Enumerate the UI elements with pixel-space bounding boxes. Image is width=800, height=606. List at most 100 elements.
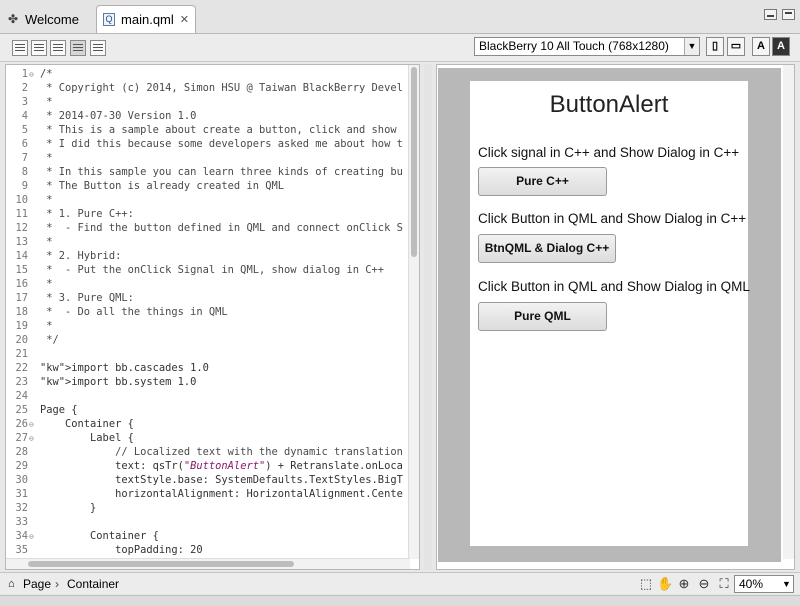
code-line[interactable]: 12 * - Find the button defined in QML an… xyxy=(6,221,410,235)
code-line[interactable]: 6 * I did this because some developers a… xyxy=(6,137,410,151)
code-line[interactable]: 31 horizontalAlignment: HorizontalAlignm… xyxy=(6,487,410,501)
btnqml-dialog-cpp-button[interactable]: BtnQML & Dialog C++ xyxy=(478,234,616,263)
zoom-level-select[interactable]: 40% ▼ xyxy=(734,575,794,593)
line-number: 15 xyxy=(15,264,28,276)
editor-vertical-scroll-thumb[interactable] xyxy=(411,67,417,257)
split-horizontal-button[interactable] xyxy=(50,40,66,56)
line-number: 26 xyxy=(15,418,28,430)
line-number: 29 xyxy=(15,460,28,472)
zoom-out-icon[interactable]: ⊖ xyxy=(696,576,712,592)
fold-toggle-icon[interactable]: ⊖ xyxy=(29,432,37,445)
swap-panes-button[interactable] xyxy=(90,40,106,56)
code-text: * xyxy=(40,96,53,108)
code-line[interactable]: 17 * 3. Pure QML: xyxy=(6,291,410,305)
code-line[interactable]: 19 * xyxy=(6,319,410,333)
pan-hand-icon[interactable]: ✋ xyxy=(657,576,673,592)
device-screen: ButtonAlert Click signal in C++ and Show… xyxy=(470,81,750,546)
code-line[interactable]: 14 * 2. Hybrid: xyxy=(6,249,410,263)
code-line[interactable]: 15 * - Put the onClick Signal in QML, sh… xyxy=(6,263,410,277)
fit-to-screen-icon[interactable]: ⛶ xyxy=(716,576,732,592)
code-line[interactable]: 34 ⊖ Container { xyxy=(6,529,410,543)
code-line[interactable]: 2 * Copyright (c) 2014, Simon HSU @ Taiw… xyxy=(6,81,410,95)
fold-toggle-icon[interactable]: ⊖ xyxy=(29,68,37,81)
landscape-orientation-icon[interactable]: ▭ xyxy=(727,37,745,56)
code-line[interactable]: 23 "kw">import bb.system 1.0 xyxy=(6,375,410,389)
editor-vertical-scrollbar[interactable] xyxy=(408,65,419,559)
code-line[interactable]: 29 text: qsTr("ButtonAlert") + Retransla… xyxy=(6,459,410,473)
design-view-button[interactable] xyxy=(31,40,47,56)
code-line[interactable]: 9 * The Button is already created in QML xyxy=(6,179,410,193)
qml-file-icon: Q xyxy=(103,13,116,26)
home-icon: ⌂ xyxy=(8,578,15,590)
code-line[interactable]: 1 ⊖/* xyxy=(6,67,410,81)
tab-main-qml[interactable]: Q main.qml ✕ xyxy=(96,5,196,33)
code-line[interactable]: 35 topPadding: 20 xyxy=(6,543,410,557)
font-dark-theme-button[interactable]: A xyxy=(772,37,790,56)
breadcrumb-page[interactable]: Page xyxy=(23,576,51,592)
line-number: 14 xyxy=(15,250,28,262)
source-view-button[interactable] xyxy=(12,40,28,56)
code-line[interactable]: 33 xyxy=(6,515,410,529)
select-tool-icon[interactable]: ⬚ xyxy=(638,576,654,592)
font-light-theme-button[interactable]: A xyxy=(752,37,770,56)
code-line[interactable]: 3 * xyxy=(6,95,410,109)
code-line[interactable]: 8 * In this sample you can learn three k… xyxy=(6,165,410,179)
split-vertical-button[interactable] xyxy=(70,40,86,56)
split-sash[interactable] xyxy=(424,64,432,570)
code-line[interactable]: 30 textStyle.base: SystemDefaults.TextSt… xyxy=(6,473,410,487)
pure-qml-button[interactable]: Pure QML xyxy=(478,302,607,331)
code-line[interactable]: 4 * 2014-07-30 Version 1.0 xyxy=(6,109,410,123)
pure-cpp-button[interactable]: Pure C++ xyxy=(478,167,607,196)
code-text: * Copyright (c) 2014, Simon HSU @ Taiwan… xyxy=(40,82,403,94)
editor-horizontal-scroll-thumb[interactable] xyxy=(28,561,294,567)
code-line[interactable]: 7 * xyxy=(6,151,410,165)
code-text: * 1. Pure C++: xyxy=(40,208,134,220)
code-text: horizontalAlignment: HorizontalAlignment… xyxy=(40,488,403,500)
fold-toggle-icon[interactable]: ⊖ xyxy=(29,418,37,431)
code-line[interactable]: 16 * xyxy=(6,277,410,291)
code-line[interactable]: 5 * This is a sample about create a butt… xyxy=(6,123,410,137)
code-text: * xyxy=(40,236,53,248)
zoom-in-icon[interactable]: ⊕ xyxy=(676,576,692,592)
code-text: * The Button is already created in QML xyxy=(40,180,284,192)
line-number: 2 xyxy=(21,82,28,94)
code-line[interactable]: 13 * xyxy=(6,235,410,249)
line-number: 33 xyxy=(15,516,28,528)
code-line[interactable]: 26 ⊖ Container { xyxy=(6,417,410,431)
section-label-hybrid: Click Button in QML and Show Dialog in C… xyxy=(478,211,747,226)
line-number: 3 xyxy=(21,96,28,108)
line-number: 31 xyxy=(15,488,28,500)
device-selector[interactable]: BlackBerry 10 All Touch (768x1280) ▼ xyxy=(474,37,700,56)
fold-toggle-icon[interactable]: ⊖ xyxy=(29,530,37,543)
zoom-level-value: 40% xyxy=(739,577,764,591)
code-line[interactable]: 27 ⊖ Label { xyxy=(6,431,410,445)
editor-horizontal-scrollbar[interactable] xyxy=(6,558,410,569)
maximize-button[interactable] xyxy=(782,9,795,20)
code-line[interactable]: 28 // Localized text with the dynamic tr… xyxy=(6,445,410,459)
code-line[interactable]: 24 xyxy=(6,389,410,403)
code-line[interactable]: 25 Page { xyxy=(6,403,410,417)
code-line[interactable]: 32 } xyxy=(6,501,410,515)
code-line[interactable]: 10 * xyxy=(6,193,410,207)
bottom-panel-strip xyxy=(0,595,800,606)
code-line[interactable]: 18 * - Do all the things in QML xyxy=(6,305,410,319)
code-text: * xyxy=(40,152,53,164)
code-text: * 2. Hybrid: xyxy=(40,250,122,262)
preview-vertical-scrollbar[interactable] xyxy=(783,65,794,559)
code-text: "kw">import bb.system 1.0 xyxy=(40,376,197,388)
breadcrumb-container[interactable]: Container xyxy=(67,576,119,592)
code-line[interactable]: 22 "kw">import bb.cascades 1.0 xyxy=(6,361,410,375)
line-number: 10 xyxy=(15,194,28,206)
code-text: * - Do all the things in QML xyxy=(40,306,228,318)
code-text: * In this sample you can learn three kin… xyxy=(40,166,403,178)
close-tab-icon[interactable]: ✕ xyxy=(180,13,189,26)
portrait-orientation-icon[interactable]: ▯ xyxy=(706,37,724,56)
status-bar: ⌂ Page › Container ⬚ ✋ ⊕ ⊖ ⛶ 40% ▼ xyxy=(0,572,800,594)
line-number: 16 xyxy=(15,278,28,290)
code-line[interactable]: 21 xyxy=(6,347,410,361)
qml-code-editor[interactable]: 1 ⊖/* 2 * Copyright (c) 2014, Simon HSU @ … xyxy=(5,64,420,570)
code-line[interactable]: 11 * 1. Pure C++: xyxy=(6,207,410,221)
tab-welcome[interactable]: ✤ Welcome xyxy=(0,5,94,33)
code-line[interactable]: 20 */ xyxy=(6,333,410,347)
minimize-button[interactable] xyxy=(764,9,777,20)
